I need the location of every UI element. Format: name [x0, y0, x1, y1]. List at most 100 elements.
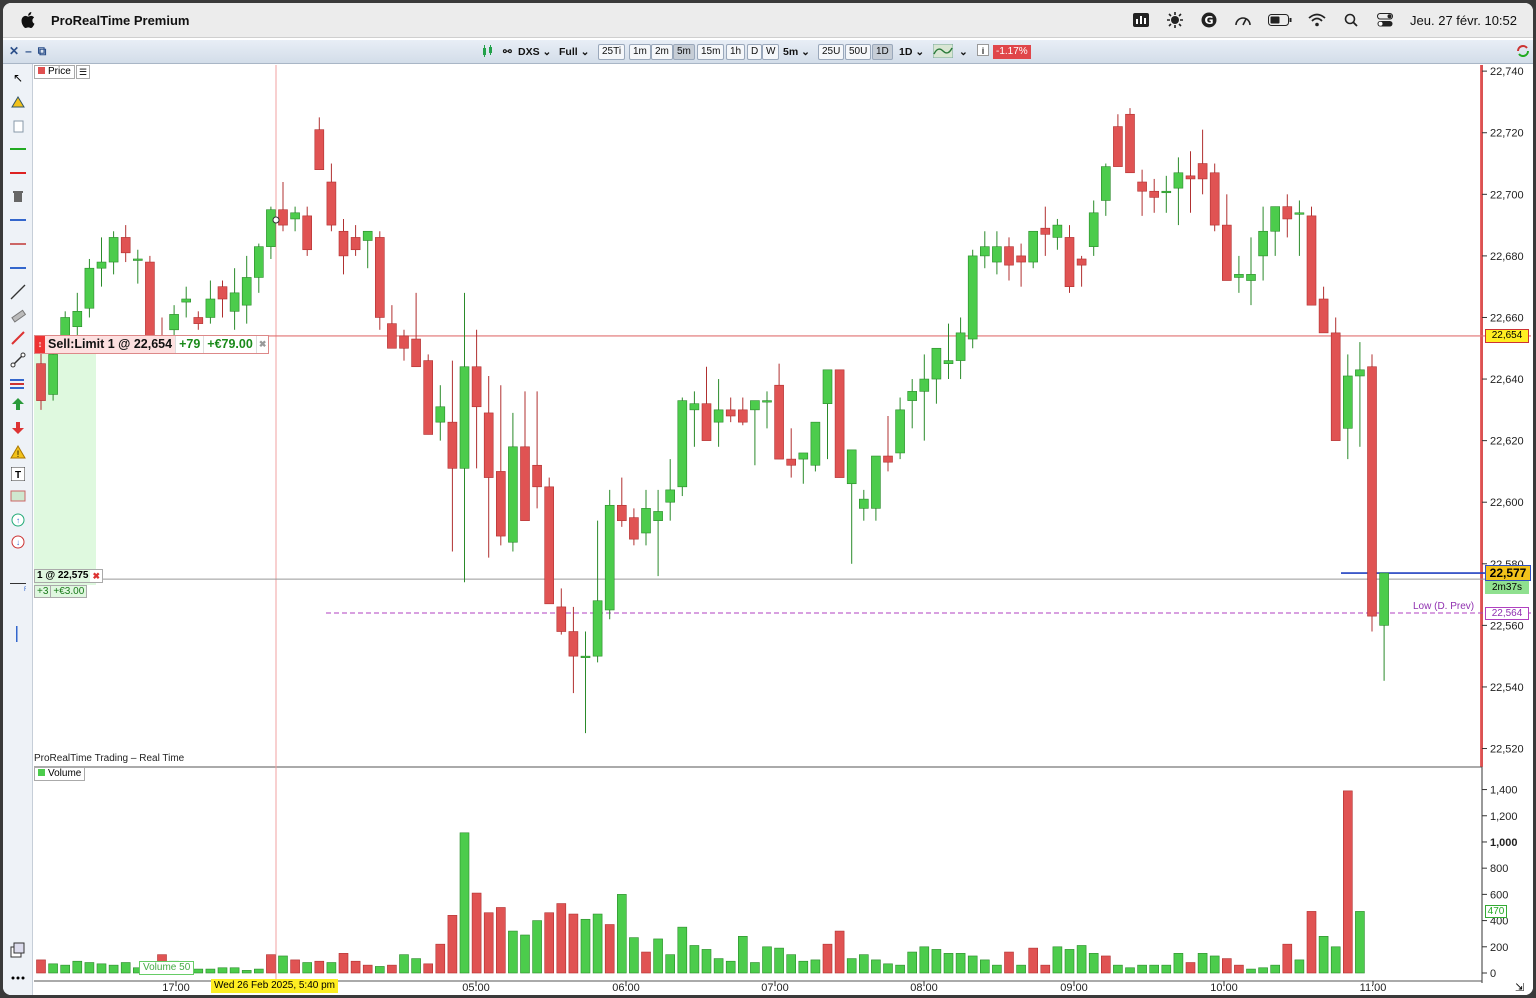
candle-body	[314, 129, 325, 170]
volume-bar	[858, 954, 869, 974]
volume-bar	[266, 954, 276, 974]
volume-bar	[1161, 964, 1172, 974]
candle-body	[871, 455, 881, 509]
volume-bar	[217, 967, 228, 974]
volume-bar	[762, 946, 772, 974]
sell-limit-order[interactable]: ↕ Sell:Limit 1 @ 22,654 +79 +€79.00 ✖	[34, 335, 270, 354]
volume-bar	[520, 934, 530, 974]
candle-body	[1294, 212, 1305, 215]
app-window: ProRealTime Premium G Jeu. 27 févr. 10:5…	[3, 3, 1533, 995]
candle-body	[423, 360, 434, 435]
volume-bar	[568, 913, 579, 974]
volume-tick-label: 0	[1490, 968, 1496, 980]
candle-body	[1149, 190, 1159, 198]
volume-bar	[871, 959, 881, 974]
candle-body	[798, 452, 809, 460]
crosshair-point	[272, 216, 280, 224]
sell-limit-label: Sell:Limit 1 @ 22,654	[45, 336, 176, 353]
candle-body	[229, 292, 240, 312]
candle-body	[1367, 366, 1377, 617]
candle-body	[205, 298, 216, 318]
candle-body	[145, 261, 155, 343]
candle-body	[1343, 375, 1353, 429]
candle-body	[919, 378, 930, 392]
price-panel-label[interactable]: Price	[34, 65, 75, 79]
position-points: +3	[37, 586, 49, 597]
time-tick-label: 17:00	[162, 982, 190, 994]
volume-bar	[1064, 949, 1075, 974]
volume-bar	[1137, 964, 1147, 974]
volume-bar	[1209, 955, 1220, 974]
position-order[interactable]: 1 @ 22,575 ✖	[34, 569, 104, 583]
candle-body	[604, 504, 615, 611]
volume-tick-label: 200	[1490, 942, 1508, 954]
price-tick-label: 22,560	[1490, 620, 1524, 632]
volume-bar	[556, 903, 567, 974]
candle-body	[1330, 332, 1341, 441]
candle-body	[181, 298, 191, 303]
candle-body	[48, 354, 58, 395]
volume-bar	[1355, 911, 1365, 974]
volume-bar	[314, 960, 325, 974]
candle-body	[1076, 258, 1087, 266]
sell-limit-cancel-icon[interactable]: ✖	[255, 336, 269, 353]
candle-body	[544, 486, 555, 605]
candle-body	[750, 400, 760, 411]
volume-bar	[72, 960, 83, 974]
candle-body	[108, 237, 119, 263]
volume-bar	[290, 959, 300, 974]
volume-bar	[725, 960, 736, 974]
position-close-icon[interactable]: ✖	[90, 570, 103, 582]
volume-bar	[241, 970, 252, 974]
candlestick-series	[36, 108, 1389, 734]
volume-bar	[943, 953, 954, 974]
time-tick-label: 11:00	[1360, 982, 1387, 994]
candle-body	[846, 449, 857, 485]
candle-body	[266, 209, 276, 247]
volume-tick-label: 1,400	[1490, 785, 1518, 797]
volume-ma-label: Volume 50	[139, 961, 195, 975]
volume-bar	[979, 959, 990, 974]
candle-body	[278, 209, 288, 226]
candle-body	[520, 446, 530, 521]
zoom-icon[interactable]: ⇲	[1515, 981, 1524, 994]
candle-body	[955, 332, 966, 361]
volume-tick-label: 600	[1490, 889, 1508, 901]
volume-bar	[955, 953, 966, 974]
cursor-date-tag: Wed 26 Feb 2025, 5:40 pm	[211, 979, 339, 993]
candle-body	[36, 363, 46, 401]
time-tick-label: 09:00	[1060, 982, 1088, 994]
candle-body	[665, 489, 676, 503]
volume-bar	[120, 962, 131, 974]
price-tick-label: 22,660	[1490, 312, 1524, 324]
candle-body	[169, 314, 179, 331]
volume-bar	[1040, 964, 1051, 974]
chart-canvas[interactable]: 22,740 22,720 22,700 22,680 22,660 22,640 22,6…	[3, 3, 1533, 995]
candle-body	[1161, 190, 1172, 194]
candle-body	[532, 464, 542, 488]
volume-bar	[1016, 964, 1026, 974]
panel-menu-icon[interactable]: ☰	[76, 65, 90, 79]
time-tick-label: 07:00	[761, 982, 789, 994]
candle-body	[508, 446, 518, 543]
volume-panel-label[interactable]: Volume	[34, 767, 86, 781]
volume-bar	[483, 912, 494, 974]
volume-bar	[810, 959, 821, 974]
volume-bar	[713, 958, 724, 974]
volume-bar	[1185, 962, 1196, 974]
candle-body	[350, 237, 361, 251]
order-drag-icon[interactable]: ↕	[35, 336, 45, 353]
volume-bar	[907, 951, 918, 974]
volume-bar	[459, 832, 470, 974]
volume-bar	[992, 964, 1002, 974]
volume-bar	[108, 964, 119, 974]
volume-bar	[1234, 964, 1244, 974]
volume-bar	[205, 968, 216, 974]
volume-bar	[362, 964, 373, 974]
price-tick-label: 22,720	[1490, 128, 1524, 140]
volume-bar	[1318, 936, 1329, 974]
candle-body	[907, 391, 918, 401]
candle-body	[1004, 246, 1014, 266]
volume-bar	[411, 958, 421, 974]
volume-bar	[1101, 955, 1111, 974]
